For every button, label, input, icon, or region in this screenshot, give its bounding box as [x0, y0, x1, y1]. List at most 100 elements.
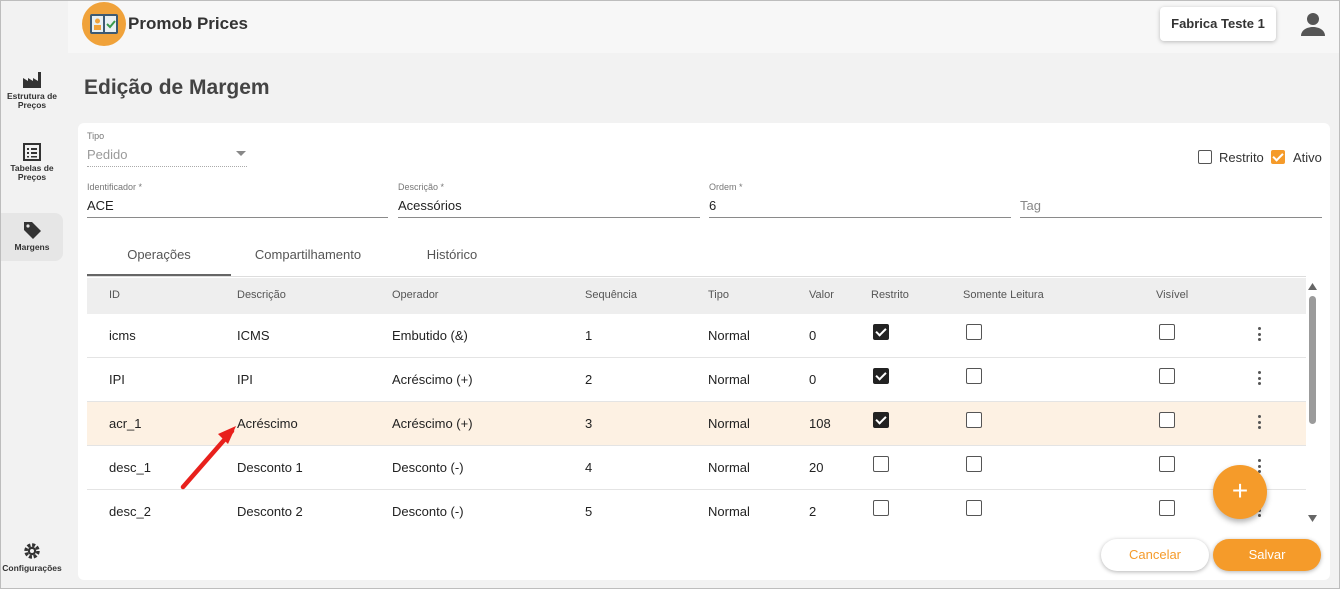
row-restrito-checkbox[interactable] — [873, 500, 889, 516]
cell-id: IPI — [109, 372, 125, 387]
table-row[interactable]: acr_1 Acréscimo Acréscimo (+) 3 Normal 1… — [87, 402, 1306, 446]
identificador-input[interactable]: ACE — [87, 198, 114, 213]
cell-operador: Acréscimo (+) — [392, 372, 473, 387]
row-visivel-checkbox[interactable] — [1159, 500, 1175, 516]
top-bar: Promob Prices Fabrica Teste 1 — [68, 1, 1339, 53]
cell-sequencia: 4 — [585, 460, 593, 475]
cell-sequencia: 1 — [585, 328, 593, 343]
column-header-id: ID — [109, 289, 120, 301]
row-somente-leitura-checkbox[interactable] — [966, 456, 982, 472]
table-row[interactable]: icms ICMS Embutido (&) 1 Normal 0 — [87, 314, 1306, 358]
column-header-descricao: Descrição — [237, 289, 286, 301]
scroll-up-icon[interactable] — [1308, 283, 1317, 290]
margin-edit-card: Tipo Pedido Restrito Ativo Identificador… — [78, 123, 1330, 580]
save-button[interactable]: Salvar — [1213, 539, 1321, 571]
ordem-label: Ordem * — [709, 182, 743, 192]
cell-valor: 0 — [809, 328, 817, 343]
cell-descricao: IPI — [237, 372, 253, 387]
cancel-button[interactable]: Cancelar — [1101, 539, 1209, 571]
tipo-label: Tipo — [87, 131, 105, 141]
cell-operador: Embutido (&) — [392, 328, 468, 343]
table-row[interactable]: desc_1 Desconto 1 Desconto (-) 4 Normal … — [87, 446, 1306, 490]
sidebar: Estrutura de Preços Tabelas de Preços Ma… — [1, 1, 63, 588]
cell-operador: Desconto (-) — [392, 460, 464, 475]
row-visivel-checkbox[interactable] — [1159, 368, 1175, 384]
user-account-icon[interactable] — [1300, 11, 1326, 37]
cell-operador: Acréscimo (+) — [392, 416, 473, 431]
tab-operacoes[interactable]: Operações — [87, 247, 231, 262]
factory-icon — [23, 72, 41, 88]
table-scrollbar[interactable] — [1307, 278, 1317, 528]
descricao-label: Descrição * — [398, 182, 445, 192]
row-visivel-checkbox[interactable] — [1159, 412, 1175, 428]
cell-id: desc_2 — [109, 504, 151, 519]
row-somente-leitura-checkbox[interactable] — [966, 500, 982, 516]
row-somente-leitura-checkbox[interactable] — [966, 412, 982, 428]
tipo-select-value[interactable]: Pedido — [87, 147, 127, 162]
tag-input[interactable]: Tag — [1020, 198, 1041, 213]
cell-valor: 108 — [809, 416, 831, 431]
column-header-visivel: Visível — [1156, 289, 1189, 301]
cell-operador: Desconto (-) — [392, 504, 464, 519]
row-more-options-icon[interactable] — [1258, 327, 1262, 344]
tag-icon — [24, 222, 41, 239]
table-header: ID Descrição Operador Sequência Tipo Val… — [87, 278, 1306, 314]
ordem-underline — [709, 217, 1011, 218]
ativo-label: Ativo — [1293, 150, 1322, 165]
cell-sequencia: 3 — [585, 416, 593, 431]
price-board-icon — [90, 14, 118, 34]
row-restrito-checkbox[interactable] — [873, 368, 889, 384]
cell-tipo: Normal — [708, 460, 750, 475]
cell-sequencia: 5 — [585, 504, 593, 519]
sidebar-item-estrutura-de-precos[interactable]: Estrutura de Preços — [1, 71, 63, 110]
column-header-restrito: Restrito — [871, 289, 909, 301]
sidebar-item-label: Margens — [14, 242, 50, 252]
row-restrito-checkbox[interactable] — [873, 456, 889, 472]
active-tab-indicator — [87, 274, 231, 276]
page-title: Edição de Margem — [84, 76, 270, 99]
cell-sequencia: 2 — [585, 372, 593, 387]
column-header-tipo: Tipo — [708, 289, 729, 301]
sidebar-item-configuracoes[interactable]: Configurações — [1, 541, 63, 573]
restrito-label: Restrito — [1219, 150, 1264, 165]
chevron-down-icon[interactable] — [236, 151, 246, 157]
cell-valor: 2 — [809, 504, 817, 519]
sidebar-item-tabelas-de-precos[interactable]: Tabelas de Preços — [1, 143, 63, 182]
row-somente-leitura-checkbox[interactable] — [966, 368, 982, 384]
scroll-down-icon[interactable] — [1308, 515, 1317, 522]
row-more-options-icon[interactable] — [1258, 415, 1262, 432]
tab-compartilhamento[interactable]: Compartilhamento — [231, 247, 385, 262]
gear-icon — [24, 543, 40, 559]
row-somente-leitura-checkbox[interactable] — [966, 324, 982, 340]
sidebar-item-label: Estrutura de Preços — [6, 91, 58, 110]
company-selector-button[interactable]: Fabrica Teste 1 — [1160, 7, 1276, 41]
row-restrito-checkbox[interactable] — [873, 324, 889, 340]
scrollbar-thumb[interactable] — [1309, 296, 1316, 424]
row-restrito-checkbox[interactable] — [873, 412, 889, 428]
list-table-icon — [23, 143, 41, 161]
column-header-operador: Operador — [392, 289, 439, 301]
ordem-input[interactable]: 6 — [709, 198, 716, 213]
table-row[interactable]: desc_2 Desconto 2 Desconto (-) 5 Normal … — [87, 490, 1306, 534]
table-row[interactable]: IPI IPI Acréscimo (+) 2 Normal 0 — [87, 358, 1306, 402]
cell-id: icms — [109, 328, 136, 343]
cell-tipo: Normal — [708, 372, 750, 387]
sidebar-item-margens[interactable]: Margens — [1, 213, 63, 261]
descricao-input[interactable]: Acessórios — [398, 198, 462, 213]
cell-id: desc_1 — [109, 460, 151, 475]
app-title: Promob Prices — [128, 14, 248, 33]
row-visivel-checkbox[interactable] — [1159, 324, 1175, 340]
identificador-underline — [87, 217, 388, 218]
tab-divider — [87, 276, 1306, 277]
cell-descricao: Desconto 1 — [237, 460, 303, 475]
restrito-checkbox[interactable] — [1198, 150, 1212, 164]
cell-valor: 0 — [809, 372, 817, 387]
row-more-options-icon[interactable] — [1258, 371, 1262, 388]
add-operation-button[interactable]: + — [1213, 465, 1267, 519]
tab-historico[interactable]: Histórico — [385, 247, 519, 262]
ativo-checkbox[interactable] — [1271, 150, 1285, 164]
cell-descricao: Desconto 2 — [237, 504, 303, 519]
cell-descricao: Acréscimo — [237, 416, 298, 431]
descricao-underline — [398, 217, 700, 218]
row-visivel-checkbox[interactable] — [1159, 456, 1175, 472]
